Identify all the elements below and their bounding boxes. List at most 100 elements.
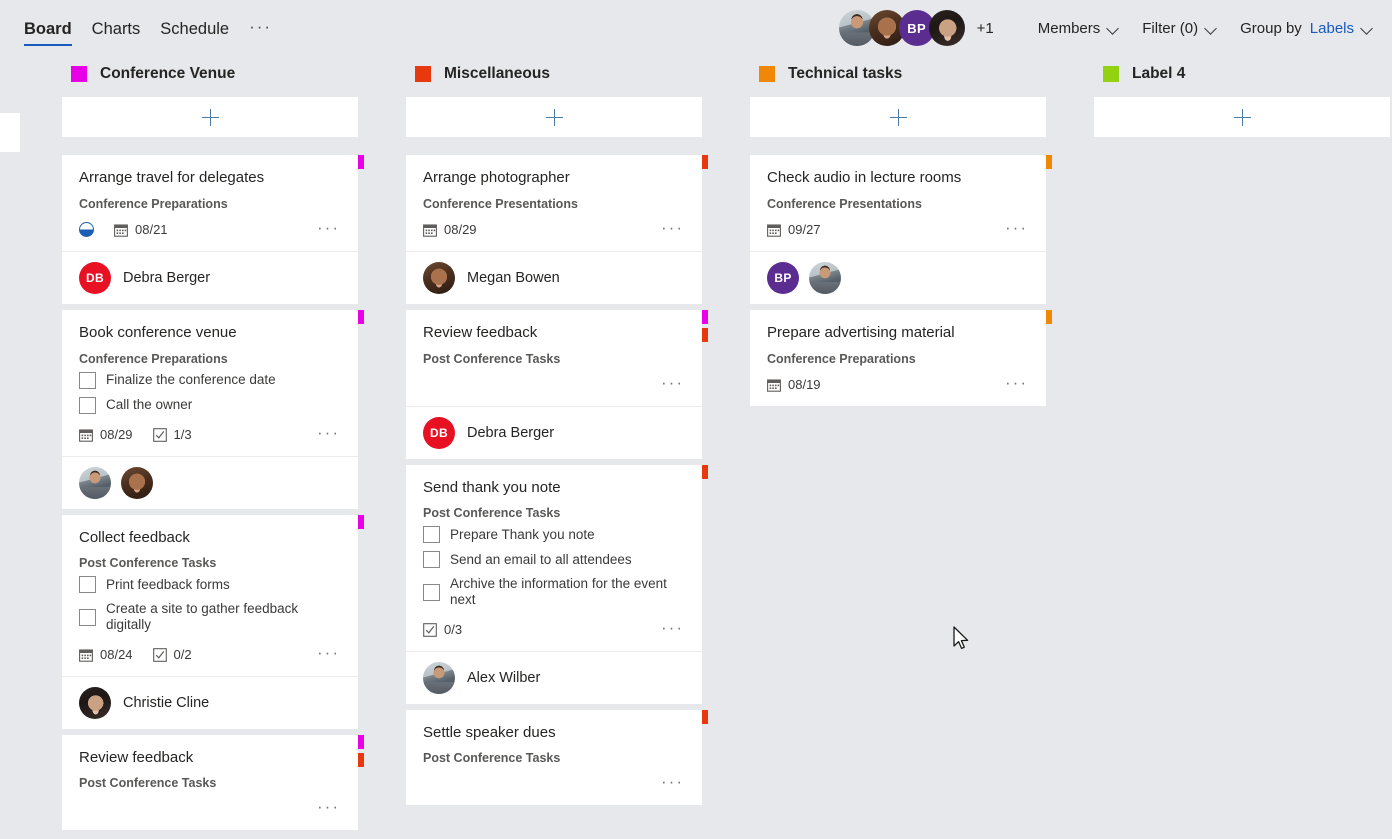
task-card[interactable]: Prepare advertising material Conference … xyxy=(750,309,1052,406)
checklist-item[interactable]: Create a site to gather feedback digital… xyxy=(79,601,342,633)
task-card[interactable]: Check audio in lecture rooms Conference … xyxy=(750,155,1052,304)
card-body: Send thank you note Post Conference Task… xyxy=(406,465,702,651)
members-label: Members xyxy=(1037,19,1101,37)
bucket-title[interactable]: Technical tasks xyxy=(788,65,902,83)
checklist-progress-value: 1/3 xyxy=(173,427,192,442)
checklist-icon xyxy=(423,622,437,637)
tab-schedule[interactable]: Schedule xyxy=(150,20,239,47)
bucket-header: Label 4 xyxy=(1094,56,1390,92)
task-card[interactable]: Review feedback Post Conference Tasks ··… xyxy=(62,734,364,831)
card-assignees: BP xyxy=(750,250,1046,304)
card-more-options-icon[interactable]: ··· xyxy=(651,374,686,396)
label-stripe xyxy=(1046,155,1052,169)
card-title: Prepare advertising material xyxy=(767,323,955,341)
calendar-icon xyxy=(767,224,781,237)
checklist-item[interactable]: Prepare Thank you note xyxy=(423,526,686,544)
checkbox-icon[interactable] xyxy=(423,526,440,544)
task-card[interactable]: Arrange travel for delegates Conference … xyxy=(62,155,364,304)
due-date-value: 08/29 xyxy=(100,427,133,442)
mouse-cursor xyxy=(953,626,969,650)
checklist-item-label: Send an email to all attendees xyxy=(450,551,632,567)
group-by-dropdown[interactable]: Group by Labels xyxy=(1240,20,1374,37)
group-by-label: Group by xyxy=(1240,19,1302,37)
more-tabs-icon[interactable]: ··· xyxy=(239,18,282,46)
checklist-item[interactable]: Send an email to all attendees xyxy=(423,551,686,569)
member-facepile[interactable]: BP xyxy=(838,10,965,46)
assignee-avatar[interactable] xyxy=(79,686,111,719)
card-more-options-icon[interactable]: ··· xyxy=(651,219,686,241)
task-card[interactable]: Send thank you note Post Conference Task… xyxy=(406,464,708,704)
label-stripes xyxy=(702,464,708,479)
add-task-button[interactable] xyxy=(406,97,702,137)
card-more-options-icon[interactable]: ··· xyxy=(651,773,686,795)
assignee-avatar[interactable] xyxy=(809,261,841,294)
checklist-progress: 0/3 xyxy=(423,622,462,637)
assignee-avatars xyxy=(79,686,111,719)
assignee-avatar[interactable] xyxy=(423,661,455,694)
checkbox-icon[interactable] xyxy=(79,371,96,389)
assignee-avatar[interactable]: BP xyxy=(767,261,799,294)
plus-icon xyxy=(545,108,563,126)
card-more-options-icon[interactable]: ··· xyxy=(995,374,1030,396)
bucket-header: Miscellaneous xyxy=(406,56,702,92)
checklist-item[interactable]: Finalize the conference date xyxy=(79,371,342,389)
assignee-avatar[interactable]: DB xyxy=(423,416,455,449)
plus-icon xyxy=(201,108,219,126)
header-avatar[interactable] xyxy=(928,10,965,46)
card-title: Review feedback xyxy=(79,748,194,766)
members-dropdown[interactable]: Members xyxy=(1038,20,1121,37)
checklist-item[interactable]: Call the owner xyxy=(79,396,342,414)
tab-charts[interactable]: Charts xyxy=(82,20,151,47)
bucket-title[interactable]: Label 4 xyxy=(1132,65,1185,83)
card-more-options-icon[interactable]: ··· xyxy=(651,619,686,641)
card-plan-name: Conference Preparations xyxy=(79,196,228,211)
task-card[interactable]: Arrange photographer Conference Presenta… xyxy=(406,155,708,304)
assignee-avatar[interactable] xyxy=(79,466,111,499)
card-title: Arrange photographer xyxy=(423,169,570,186)
partial-bucket-add-card[interactable] xyxy=(0,113,20,152)
checkbox-icon[interactable] xyxy=(79,576,96,594)
card-more-options-icon[interactable]: ··· xyxy=(307,219,342,241)
assignee-avatar[interactable] xyxy=(423,261,455,294)
assignee-avatar[interactable]: DB xyxy=(79,261,111,294)
bucket-title[interactable]: Conference Venue xyxy=(100,65,235,83)
checklist-item-label: Create a site to gather feedback digital… xyxy=(106,601,299,633)
due-date-value: 08/21 xyxy=(135,222,168,238)
card-title: Settle speaker dues xyxy=(423,723,556,741)
card-meta-row: 08/24 0/2 ··· xyxy=(79,642,342,668)
task-card[interactable]: Settle speaker dues Post Conference Task… xyxy=(406,709,708,806)
task-card[interactable]: Review feedback Post Conference Tasks ··… xyxy=(406,309,708,459)
bucket-title[interactable]: Miscellaneous xyxy=(444,65,550,83)
task-card[interactable]: Book conference venue Conference Prepara… xyxy=(62,309,364,509)
card-body: Settle speaker dues Post Conference Task… xyxy=(406,710,702,806)
add-task-button[interactable] xyxy=(62,97,358,137)
checklist-item[interactable]: Archive the information for the event ne… xyxy=(423,576,686,608)
card-meta-row: ··· xyxy=(79,796,342,822)
card-checklist: Prepare Thank you note Send an email to … xyxy=(423,526,686,608)
card-more-options-icon[interactable]: ··· xyxy=(307,798,342,820)
label-stripe xyxy=(358,309,364,324)
card-assignees xyxy=(62,455,358,509)
checkbox-icon[interactable] xyxy=(79,396,96,414)
assignee-avatar[interactable] xyxy=(121,466,153,499)
card-plan-name: Conference Presentations xyxy=(423,196,578,211)
card-body: Collect feedback Post Conference Tasks P… xyxy=(62,515,358,676)
bucket-header: Technical tasks xyxy=(750,56,1046,92)
card-more-options-icon[interactable]: ··· xyxy=(307,424,342,446)
card-assignees: DB Debra Berger xyxy=(62,250,358,304)
checkbox-icon[interactable] xyxy=(423,551,440,569)
checkbox-icon[interactable] xyxy=(79,608,96,626)
add-task-button[interactable] xyxy=(1094,97,1390,137)
card-assignees: Christie Cline xyxy=(62,675,358,729)
assignee-name: Megan Bowen xyxy=(467,269,560,286)
filter-dropdown[interactable]: Filter (0) xyxy=(1142,20,1218,37)
task-card[interactable]: Collect feedback Post Conference Tasks P… xyxy=(62,514,364,729)
due-date: 08/19 xyxy=(767,377,821,392)
card-more-options-icon[interactable]: ··· xyxy=(995,219,1030,241)
add-task-button[interactable] xyxy=(750,97,1046,137)
card-more-options-icon[interactable]: ··· xyxy=(307,644,342,666)
tab-board[interactable]: Board xyxy=(14,20,82,47)
card-meta-row: ··· xyxy=(423,771,686,797)
checkbox-icon[interactable] xyxy=(423,583,440,601)
checklist-item[interactable]: Print feedback forms xyxy=(79,576,342,594)
